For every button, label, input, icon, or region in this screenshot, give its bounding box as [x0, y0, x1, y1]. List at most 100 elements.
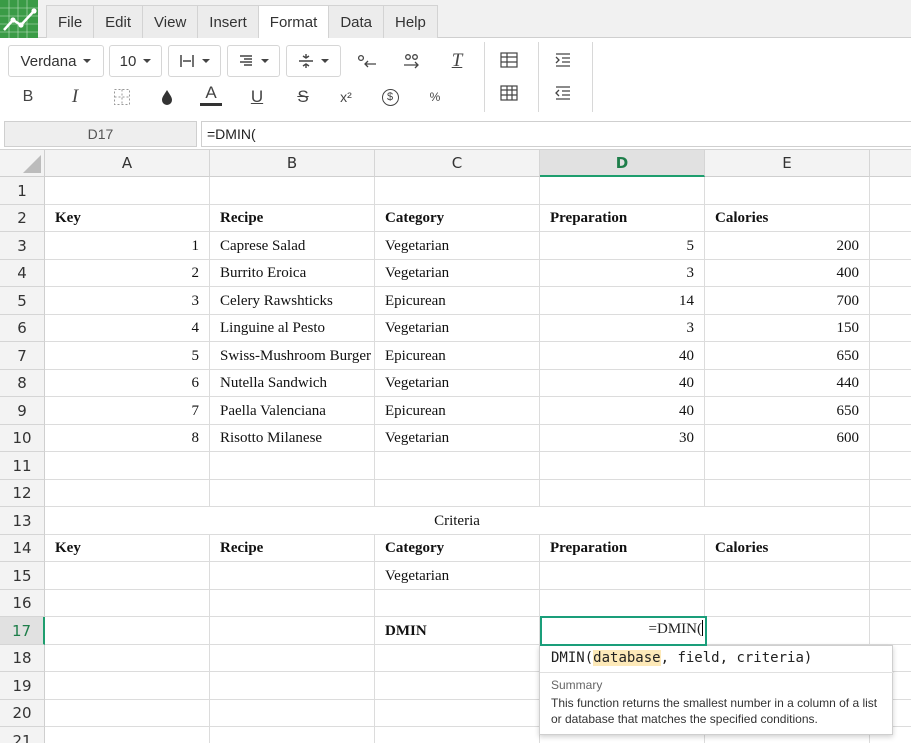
- row-header-13[interactable]: 13: [0, 507, 45, 535]
- italic-button[interactable]: I: [62, 84, 88, 110]
- cell[interactable]: [870, 177, 911, 205]
- row-header-20[interactable]: 20: [0, 700, 45, 727]
- cell[interactable]: Key: [45, 535, 210, 562]
- cell[interactable]: [210, 177, 375, 205]
- column-header-c[interactable]: C: [375, 150, 540, 177]
- cell[interactable]: 8: [45, 425, 210, 452]
- cell[interactable]: [210, 672, 375, 700]
- cell[interactable]: [375, 645, 540, 672]
- cell[interactable]: [870, 342, 911, 370]
- cell[interactable]: 400: [705, 260, 870, 287]
- vertical-align-dropdown[interactable]: [286, 45, 341, 77]
- font-family-dropdown[interactable]: Verdana: [8, 45, 104, 77]
- cell[interactable]: [540, 590, 705, 617]
- cell[interactable]: Epicurean: [375, 397, 540, 425]
- borders-icon[interactable]: [109, 84, 135, 110]
- decrease-decimals-icon[interactable]: [354, 48, 380, 74]
- strikethrough-button[interactable]: S: [290, 84, 316, 110]
- menu-insert[interactable]: Insert: [197, 5, 259, 38]
- cell[interactable]: Swiss-Mushroom Burger: [210, 342, 375, 370]
- row-header-6[interactable]: 6: [0, 315, 45, 342]
- cell[interactable]: 5: [540, 232, 705, 260]
- row-header-7[interactable]: 7: [0, 342, 45, 370]
- cell[interactable]: 7: [45, 397, 210, 425]
- cell[interactable]: [705, 177, 870, 205]
- row-header-19[interactable]: 19: [0, 672, 45, 700]
- cell[interactable]: [45, 480, 210, 507]
- bold-button[interactable]: B: [15, 84, 41, 110]
- column-header-f[interactable]: [870, 150, 911, 177]
- cell[interactable]: Preparation: [540, 535, 705, 562]
- row-header-18[interactable]: 18: [0, 645, 45, 672]
- underline-button[interactable]: U: [244, 84, 270, 110]
- cell[interactable]: 3: [45, 287, 210, 315]
- app-logo-icon[interactable]: [0, 0, 38, 38]
- insert-column-icon[interactable]: [496, 80, 522, 106]
- row-header-8[interactable]: 8: [0, 370, 45, 397]
- row-header-9[interactable]: 9: [0, 397, 45, 425]
- cell[interactable]: 30: [540, 425, 705, 452]
- cell[interactable]: [375, 672, 540, 700]
- cell[interactable]: 440: [705, 370, 870, 397]
- cell[interactable]: [45, 727, 210, 743]
- row-header-17[interactable]: 17: [0, 617, 45, 645]
- cell[interactable]: 650: [705, 397, 870, 425]
- cell[interactable]: Risotto Milanese: [210, 425, 375, 452]
- cell[interactable]: [45, 590, 210, 617]
- cell[interactable]: [45, 452, 210, 480]
- cell[interactable]: Linguine al Pesto: [210, 315, 375, 342]
- cell[interactable]: [540, 452, 705, 480]
- cell[interactable]: DMIN: [375, 617, 540, 645]
- increase-indent-icon[interactable]: [550, 47, 576, 73]
- cell[interactable]: 5: [45, 342, 210, 370]
- cell[interactable]: 150: [705, 315, 870, 342]
- cell[interactable]: [870, 205, 911, 232]
- cell[interactable]: 3: [540, 315, 705, 342]
- cell[interactable]: [870, 370, 911, 397]
- cell[interactable]: [870, 507, 911, 535]
- cell[interactable]: [45, 177, 210, 205]
- cell[interactable]: [210, 645, 375, 672]
- cell[interactable]: [210, 480, 375, 507]
- insert-row-icon[interactable]: [496, 47, 522, 73]
- cell[interactable]: [870, 535, 911, 562]
- cell[interactable]: [870, 287, 911, 315]
- menu-format[interactable]: Format: [257, 5, 330, 39]
- cell[interactable]: Vegetarian: [375, 370, 540, 397]
- cell[interactable]: Recipe: [210, 535, 375, 562]
- row-header-21[interactable]: 21: [0, 727, 45, 743]
- cell[interactable]: [870, 260, 911, 287]
- cell[interactable]: [375, 452, 540, 480]
- cell[interactable]: 40: [540, 370, 705, 397]
- cell[interactable]: 600: [705, 425, 870, 452]
- cell[interactable]: [45, 562, 210, 590]
- cell[interactable]: Vegetarian: [375, 315, 540, 342]
- increase-decimals-icon[interactable]: [399, 48, 425, 74]
- cell[interactable]: [375, 590, 540, 617]
- cell[interactable]: 6: [45, 370, 210, 397]
- cell[interactable]: Epicurean: [375, 287, 540, 315]
- cell[interactable]: [210, 727, 375, 743]
- cell[interactable]: [210, 452, 375, 480]
- cell[interactable]: Criteria: [45, 507, 870, 535]
- row-header-1[interactable]: 1: [0, 177, 45, 205]
- select-all-corner[interactable]: [0, 150, 45, 177]
- row-header-11[interactable]: 11: [0, 452, 45, 480]
- text-color-button[interactable]: A: [198, 82, 224, 108]
- cell[interactable]: 40: [540, 397, 705, 425]
- cell[interactable]: [540, 480, 705, 507]
- row-header-4[interactable]: 4: [0, 260, 45, 287]
- cell[interactable]: [870, 232, 911, 260]
- row-header-14[interactable]: 14: [0, 535, 45, 562]
- cell[interactable]: Nutella Sandwich: [210, 370, 375, 397]
- row-header-2[interactable]: 2: [0, 205, 45, 232]
- cell[interactable]: Calories: [705, 535, 870, 562]
- cell[interactable]: [705, 617, 870, 645]
- decrease-indent-icon[interactable]: [550, 80, 576, 106]
- cell[interactable]: 4: [45, 315, 210, 342]
- row-header-10[interactable]: 10: [0, 425, 45, 452]
- row-header-5[interactable]: 5: [0, 287, 45, 315]
- cell[interactable]: [870, 562, 911, 590]
- superscript-button[interactable]: x²: [333, 84, 359, 110]
- cell[interactable]: [45, 645, 210, 672]
